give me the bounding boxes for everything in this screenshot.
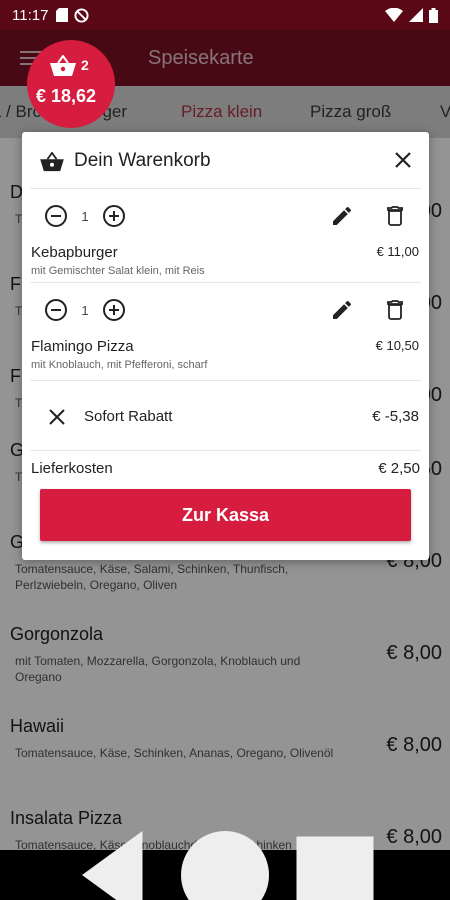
delete-icon[interactable] <box>383 204 407 228</box>
quantity-stepper: 1 <box>44 298 126 322</box>
recents-icon[interactable] <box>280 820 390 900</box>
divider <box>30 282 421 283</box>
item-name: Kebapburger <box>31 244 118 261</box>
dialog-header: Dein Warenkorb <box>22 132 429 188</box>
item-price: € 11,00 <box>376 244 419 259</box>
item-options: mit Gemischter Salat klein, mit Reis <box>31 265 205 277</box>
signal-icon <box>409 8 423 22</box>
cart-dialog: Dein Warenkorb 1 Kebapburger mit Gemisch… <box>22 132 429 560</box>
cart-item: 1 Flamingo Pizza mit Knoblauch, mit Pfef… <box>22 288 429 378</box>
sd-card-icon <box>56 8 69 22</box>
cart-badge[interactable]: 2 € 18,62 <box>27 40 115 128</box>
basket-icon <box>40 152 64 172</box>
home-icon[interactable] <box>170 820 280 900</box>
discount-value: € -5,38 <box>372 408 419 425</box>
divider <box>30 380 421 381</box>
item-name: Flamingo Pizza <box>31 338 134 355</box>
dialog-title: Dein Warenkorb <box>74 150 211 171</box>
divider <box>30 188 421 189</box>
delivery-label: Lieferkosten <box>31 460 113 477</box>
item-price: € 10,50 <box>375 338 419 353</box>
status-time: 11:17 <box>12 6 49 24</box>
remove-discount-icon[interactable] <box>48 408 66 426</box>
edit-icon[interactable] <box>330 298 354 322</box>
delete-icon[interactable] <box>383 298 407 322</box>
discount-row: Sofort Rabatt € -5,38 <box>22 392 429 440</box>
cart-count: 2 <box>81 57 89 73</box>
navigation-bar <box>0 831 450 900</box>
checkout-button[interactable]: Zur Kassa <box>40 489 411 541</box>
item-options: mit Knoblauch, mit Pfefferoni, scharf <box>31 359 208 371</box>
item-quantity: 1 <box>81 302 89 318</box>
decrease-icon[interactable] <box>44 298 68 322</box>
delivery-value: € 2,50 <box>378 460 420 477</box>
edit-icon[interactable] <box>330 204 354 228</box>
status-bar: 11:17 <box>0 0 450 30</box>
basket-icon <box>50 55 76 76</box>
cart-item: 1 Kebapburger mit Gemischter Salat klein… <box>22 194 429 284</box>
do-not-disturb-icon <box>74 7 89 23</box>
delivery-row: Lieferkosten € 2,50 <box>31 460 420 477</box>
back-icon[interactable] <box>60 820 170 900</box>
battery-icon <box>429 7 438 23</box>
wifi-icon <box>385 8 403 22</box>
item-quantity: 1 <box>81 208 89 224</box>
decrease-icon[interactable] <box>44 204 68 228</box>
discount-label: Sofort Rabatt <box>84 408 173 425</box>
divider <box>30 450 421 451</box>
increase-icon[interactable] <box>102 204 126 228</box>
quantity-stepper: 1 <box>44 204 126 228</box>
close-icon[interactable] <box>392 149 414 171</box>
cart-total: € 18,62 <box>36 86 97 106</box>
increase-icon[interactable] <box>102 298 126 322</box>
